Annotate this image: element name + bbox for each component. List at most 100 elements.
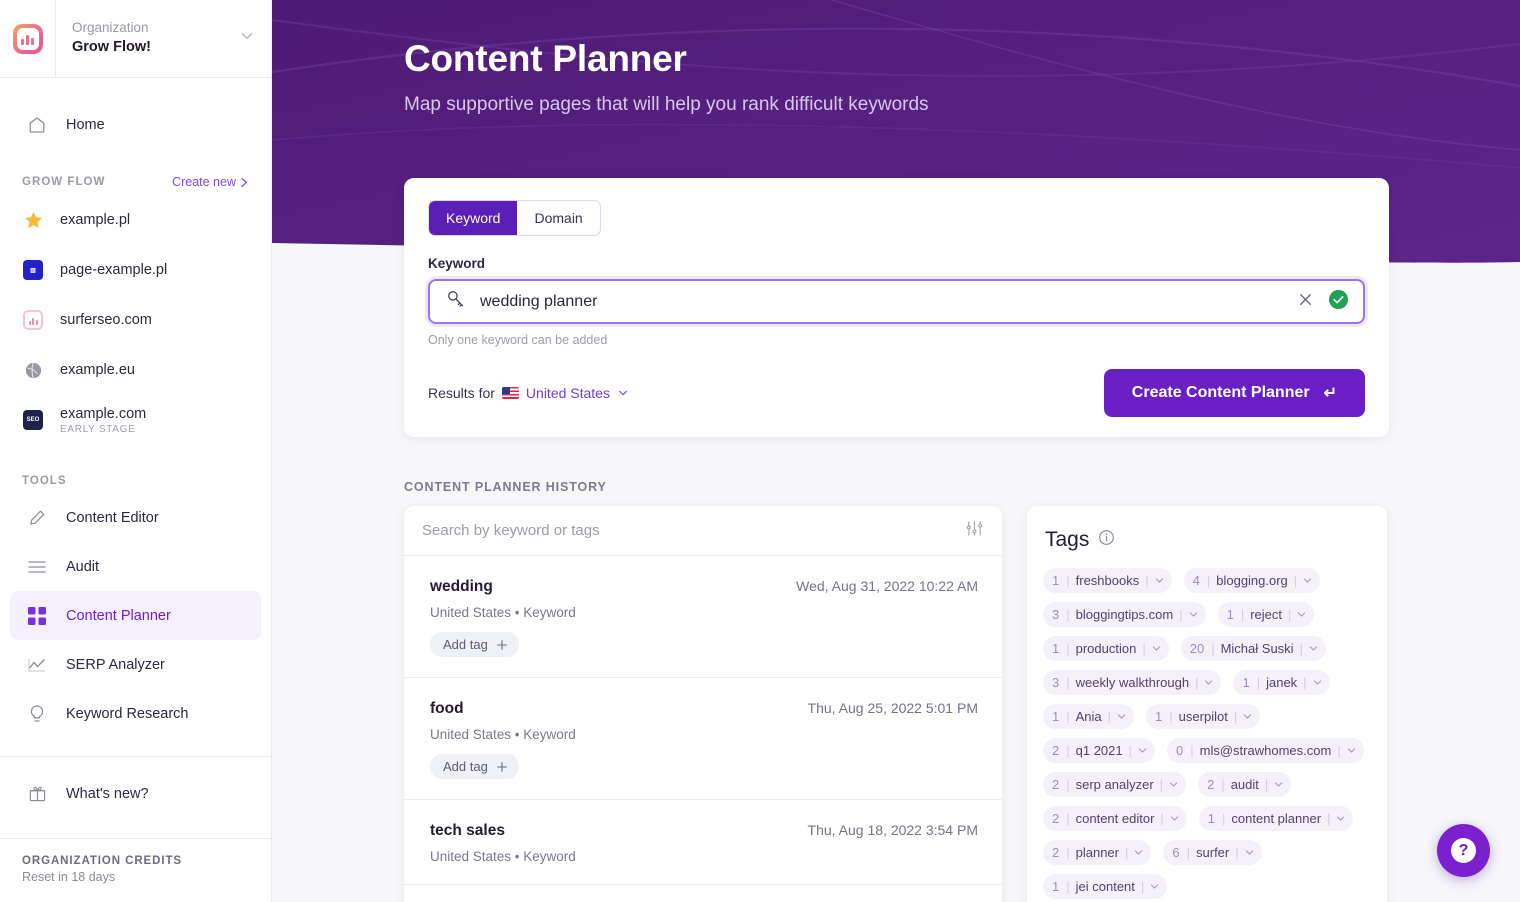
globe-icon [22, 359, 44, 381]
tag-chip[interactable]: 0 | mls@strawhomes.com | [1167, 738, 1364, 763]
tab-keyword[interactable]: Keyword [429, 201, 518, 235]
filter-icon[interactable] [965, 519, 984, 543]
credits-reset: Reset in 18 days [22, 870, 116, 884]
keyword-input-wrapper[interactable]: wedding planner [428, 279, 1365, 324]
table-row[interactable]: tech sales Thu, Aug 18, 2022 3:54 PM Uni… [404, 800, 1002, 885]
tag-chip[interactable]: 1 | reject | [1217, 602, 1315, 627]
table-row[interactable]: wedding Wed, Aug 31, 2022 10:22 AM Unite… [404, 556, 1002, 678]
app-root: Organization Grow Flow! Home GROW FLOW C… [0, 0, 1520, 902]
organization-switcher[interactable]: Organization Grow Flow! [0, 0, 271, 78]
sidebar-item-site[interactable]: SEO example.com EARLY STAGE [0, 395, 271, 445]
sidebar-item-serp-analyzer[interactable]: SERP Analyzer [10, 640, 261, 689]
gift-icon [24, 784, 50, 803]
tag-chip[interactable]: 1 | freshbooks | [1043, 568, 1172, 593]
chevron-down-icon [618, 390, 627, 396]
plus-icon [496, 639, 507, 650]
chevron-down-icon [1309, 646, 1318, 651]
seo-badge-icon: SEO [22, 409, 44, 431]
tag-chip[interactable]: 1 | content planner | [1198, 806, 1354, 831]
sidebar-item-label: What's new? [66, 785, 149, 802]
tag-count: 2 [1052, 777, 1060, 792]
info-icon[interactable] [1098, 529, 1115, 551]
history-meta: United States • Keyword [430, 605, 576, 620]
tag-count: 1 [1052, 641, 1060, 656]
tag-chip[interactable]: 1 | janek | [1233, 670, 1330, 695]
history-search-input[interactable] [422, 522, 965, 539]
clear-icon[interactable] [1297, 291, 1314, 313]
tag-chip[interactable]: 2 | q1 2021 | [1043, 738, 1156, 763]
tag-count: 20 [1189, 641, 1205, 656]
chevron-down-icon [1304, 578, 1312, 583]
sidebar-item-audit[interactable]: Audit [10, 542, 261, 591]
sidebar-item-site[interactable]: ▥ page-example.pl [0, 245, 271, 295]
tag-list: 1 | freshbooks | 4 | blogging.org | 3 | bloggingti… [1043, 568, 1371, 899]
star-icon [22, 209, 44, 231]
tag-chip[interactable]: 3 | bloggingtips.com | [1043, 602, 1206, 627]
key-icon [446, 289, 466, 314]
tag-name: production [1075, 641, 1137, 656]
tag-chip[interactable]: 3 | weekly walkthrough | [1043, 670, 1222, 695]
sidebar-item-label: Content Editor [66, 509, 159, 526]
tag-count: 1 [1242, 675, 1250, 690]
sidebar-item-home[interactable]: Home [10, 100, 261, 149]
chevron-down-icon [1170, 816, 1178, 821]
sidebar-item-site[interactable]: example.pl [0, 195, 271, 245]
sidebar-item-keyword-research[interactable]: Keyword Research [10, 689, 261, 738]
site-name: surferseo.com [60, 311, 152, 328]
tab-domain[interactable]: Domain [517, 201, 599, 235]
org-label: Organization [72, 20, 149, 36]
bulb-icon [24, 704, 50, 724]
chart-line-icon [24, 656, 50, 674]
country-selector[interactable]: Results for United States [428, 385, 629, 401]
tag-chip[interactable]: 2 | content editor | [1043, 806, 1187, 831]
tag-count: 1 [1226, 607, 1234, 622]
tag-name: audit [1230, 777, 1259, 792]
grid-icon [24, 606, 50, 625]
tag-name: userpilot [1178, 709, 1228, 724]
sidebar-item-label: Audit [66, 558, 100, 575]
sidebar-item-site[interactable]: example.eu [0, 345, 271, 395]
tag-count: 2 [1052, 811, 1060, 826]
sidebar-item-content-planner[interactable]: Content Planner [10, 591, 261, 640]
tag-chip[interactable]: 6 | surfer | [1163, 840, 1262, 865]
history-panels: wedding Wed, Aug 31, 2022 10:22 AM Unite… [404, 506, 1520, 902]
history-date: Thu, Aug 25, 2022 5:01 PM [807, 700, 978, 716]
table-row[interactable]: food Thu, Aug 25, 2022 5:01 PM United St… [404, 678, 1002, 800]
create-new-button[interactable]: Create new [172, 175, 249, 189]
pink-chart-icon [22, 309, 44, 331]
tag-count: 6 [1172, 845, 1180, 860]
add-tag-button[interactable]: Add tag [430, 754, 519, 779]
chevron-down-icon [1135, 850, 1143, 855]
tag-name: bloggingtips.com [1075, 607, 1174, 622]
tag-count: 0 [1176, 743, 1184, 758]
sidebar-item-label: Home [66, 116, 105, 133]
add-tag-button[interactable]: Add tag [430, 632, 519, 657]
tag-count: 1 [1052, 709, 1060, 724]
history-search-bar[interactable] [404, 506, 1002, 556]
tag-chip[interactable]: 1 | jei content | [1043, 874, 1168, 899]
tag-count: 2 [1052, 845, 1060, 860]
mode-toggle[interactable]: Keyword Domain [428, 200, 601, 236]
tag-count: 2 [1207, 777, 1215, 792]
sidebar-item-site[interactable]: surferseo.com [0, 295, 271, 345]
sidebar-item-whats-new[interactable]: What's new? [10, 769, 261, 818]
tag-chip[interactable]: 2 | audit | [1198, 772, 1292, 797]
create-new-label: Create new [172, 175, 236, 189]
tag-chip[interactable]: 1 | userpilot | [1146, 704, 1261, 729]
tag-chip[interactable]: 2 | planner | [1043, 840, 1152, 865]
tag-chip[interactable]: 1 | Ania | [1043, 704, 1135, 729]
history-keyword: food [430, 700, 464, 717]
tag-chip[interactable]: 1 | production | [1043, 636, 1169, 661]
history-date: Thu, Aug 18, 2022 3:54 PM [807, 822, 978, 838]
chevron-down-icon [239, 28, 255, 49]
create-content-planner-button[interactable]: Create Content Planner ↵ [1103, 369, 1365, 417]
tag-chip[interactable]: 2 | serp analyzer | [1043, 772, 1187, 797]
enter-key-icon: ↵ [1323, 385, 1337, 402]
sidebar-item-content-editor[interactable]: Content Editor [10, 493, 261, 542]
tag-count: 1 [1155, 709, 1163, 724]
tag-chip[interactable]: 20 | Michał Suski | [1180, 636, 1326, 661]
keyword-input-value[interactable]: wedding planner [480, 293, 1297, 311]
tag-chip[interactable]: 4 | blogging.org | [1183, 568, 1321, 593]
chevron-right-icon [241, 177, 247, 187]
tag-name: content planner [1231, 811, 1322, 826]
